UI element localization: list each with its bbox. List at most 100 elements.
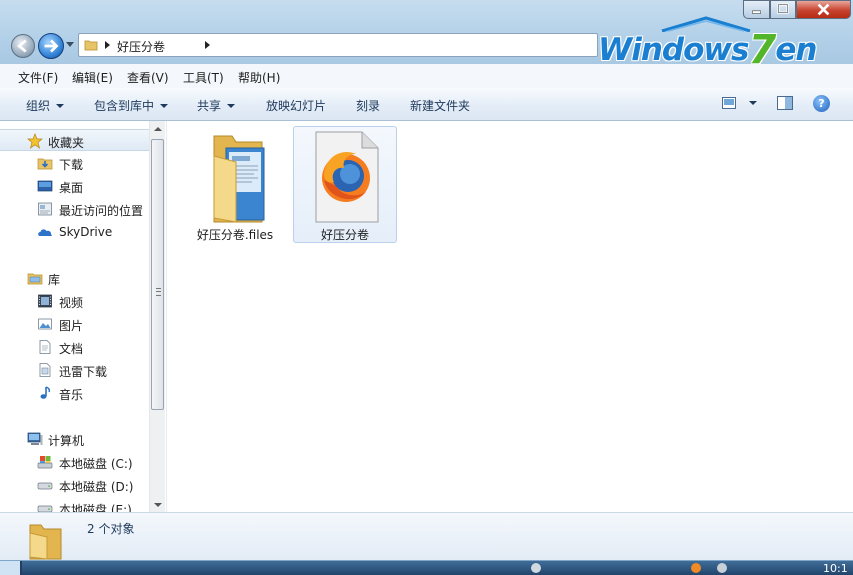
firefox-document-icon: [315, 131, 379, 223]
slideshow-button[interactable]: 放映幻灯片: [266, 97, 326, 114]
nav-xunlei-downloads[interactable]: 迅雷下载: [0, 359, 149, 381]
file-item-html[interactable]: 好压分卷: [293, 126, 397, 243]
menu-edit[interactable]: 编辑(E): [72, 69, 113, 86]
hard-drive-icon: [37, 505, 53, 512]
menu-help[interactable]: 帮助(H): [238, 69, 280, 86]
system-tray: [505, 562, 805, 574]
scroll-down-arrow-icon[interactable]: [154, 503, 162, 507]
file-list-area[interactable]: 好压分卷.files 好压分卷: [166, 121, 853, 512]
nav-drive-e[interactable]: 本地磁盘 (E:): [0, 497, 149, 512]
nav-skydrive[interactable]: SkyDrive: [0, 221, 149, 243]
nav-drive-c[interactable]: 本地磁盘 (C:): [0, 451, 149, 473]
folder-icon: [29, 524, 62, 560]
nav-computer[interactable]: 计算机: [0, 428, 149, 450]
include-in-library-label: 包含到库中: [94, 99, 155, 113]
share-button[interactable]: 共享: [197, 97, 236, 114]
recent-places-icon: [38, 202, 52, 216]
close-button[interactable]: [796, 0, 851, 19]
scrollbar-thumb[interactable]: [151, 139, 164, 410]
breadcrumb-arrow-icon[interactable]: [105, 41, 110, 49]
nav-favorites-label: 收藏夹: [48, 136, 85, 150]
share-label: 共享: [197, 99, 222, 113]
breadcrumb-arrow-icon[interactable]: [205, 41, 210, 49]
window-controls: [743, 0, 851, 20]
skydrive-cloud-icon: [38, 229, 52, 236]
videos-icon: [38, 294, 52, 308]
taskbar-clock: 10:1: [823, 562, 848, 575]
navigation-scrollbar[interactable]: [149, 121, 165, 512]
nav-recent-places-label: 最近访问的位置: [59, 204, 144, 218]
nav-recent-places[interactable]: 最近访问的位置: [0, 198, 149, 220]
change-view-icon[interactable]: [722, 97, 736, 109]
file-item-folder[interactable]: 好压分卷.files: [183, 126, 287, 243]
folder-icon: [84, 40, 98, 51]
menu-bar: 文件(F) 编辑(E) 查看(V) 工具(T) 帮助(H): [0, 64, 853, 89]
menu-file[interactable]: 文件(F): [18, 69, 58, 86]
recent-pages-dropdown[interactable]: [66, 42, 74, 47]
system-drive-icon: [37, 456, 53, 469]
new-folder-button[interactable]: 新建文件夹: [410, 97, 470, 114]
nav-downloads[interactable]: 下载: [0, 152, 149, 174]
scroll-up-arrow-icon[interactable]: [154, 127, 162, 131]
maximize-icon: [777, 3, 789, 14]
address-bar[interactable]: 好压分卷: [78, 33, 598, 57]
nav-libraries-label: 库: [48, 273, 61, 287]
nav-drive-d[interactable]: 本地磁盘 (D:): [0, 474, 149, 496]
nav-pictures[interactable]: 图片: [0, 313, 149, 335]
back-arrow-icon: [17, 39, 27, 53]
desktop-icon: [37, 180, 53, 192]
downloads-folder-icon: [37, 158, 53, 170]
nav-drive-d-label: 本地磁盘 (D:): [59, 480, 134, 494]
file-name: 好压分卷.files: [196, 228, 274, 242]
close-icon: [817, 3, 830, 16]
nav-videos-label: 视频: [59, 296, 84, 310]
menu-tools[interactable]: 工具(T): [183, 69, 224, 86]
preview-pane-icon[interactable]: [777, 96, 793, 110]
title-bar: 好压分卷 Windows7en: [0, 0, 853, 73]
music-note-icon: [40, 386, 51, 399]
hard-drive-icon: [37, 482, 53, 490]
nav-music[interactable]: 音乐: [0, 382, 149, 404]
forward-button[interactable]: [38, 33, 64, 59]
minimize-button[interactable]: [743, 0, 770, 19]
start-button[interactable]: [0, 561, 22, 575]
organize-label: 组织: [26, 99, 51, 113]
breadcrumb-folder[interactable]: 好压分卷: [117, 38, 165, 55]
explorer-window: 好压分卷 Windows7en 文件(F) 编辑(E) 查看(V) 工具(T) …: [0, 0, 853, 560]
nav-desktop[interactable]: 桌面: [0, 175, 149, 197]
maximize-button[interactable]: [770, 0, 796, 19]
view-options-dropdown[interactable]: [749, 101, 757, 105]
forward-arrow-icon: [44, 39, 59, 53]
nav-drive-c-label: 本地磁盘 (C:): [59, 457, 133, 471]
tray-icon[interactable]: [717, 563, 727, 573]
nav-favorites[interactable]: 收藏夹: [0, 129, 149, 151]
nav-documents[interactable]: 文档: [0, 336, 149, 358]
burn-button[interactable]: 刻录: [356, 97, 380, 114]
help-button[interactable]: ?: [813, 95, 830, 112]
tray-icon[interactable]: [691, 563, 701, 573]
documents-icon: [39, 340, 51, 354]
nav-libraries[interactable]: 库: [0, 267, 149, 289]
taskbar: 10:1: [0, 560, 853, 575]
organize-button[interactable]: 组织: [26, 97, 65, 114]
details-pane: 2 个对象: [0, 512, 853, 560]
xunlei-downloads-icon: [39, 363, 51, 377]
include-in-library-button[interactable]: 包含到库中: [94, 97, 169, 114]
nav-music-label: 音乐: [59, 388, 84, 402]
grip-icon: [156, 288, 161, 296]
navigation-pane: 收藏夹 下载 桌面 最近访问的位置 SkyDrive 库 视频 图片 文档 迅雷…: [0, 121, 166, 512]
nav-videos[interactable]: 视频: [0, 290, 149, 312]
nav-xunlei-downloads-label: 迅雷下载: [59, 365, 108, 379]
menu-view[interactable]: 查看(V): [127, 69, 169, 86]
nav-documents-label: 文档: [59, 342, 84, 356]
pictures-icon: [38, 318, 52, 330]
libraries-icon: [27, 273, 43, 285]
folder-icon: [213, 135, 265, 223]
nav-skydrive-label: SkyDrive: [59, 225, 113, 239]
nav-drive-e-label: 本地磁盘 (E:): [59, 503, 132, 512]
back-button[interactable]: [11, 34, 35, 58]
chevron-down-icon: [227, 104, 236, 108]
tray-icon[interactable]: [531, 563, 541, 573]
nav-desktop-label: 桌面: [59, 181, 84, 195]
chevron-down-icon: [56, 104, 65, 108]
